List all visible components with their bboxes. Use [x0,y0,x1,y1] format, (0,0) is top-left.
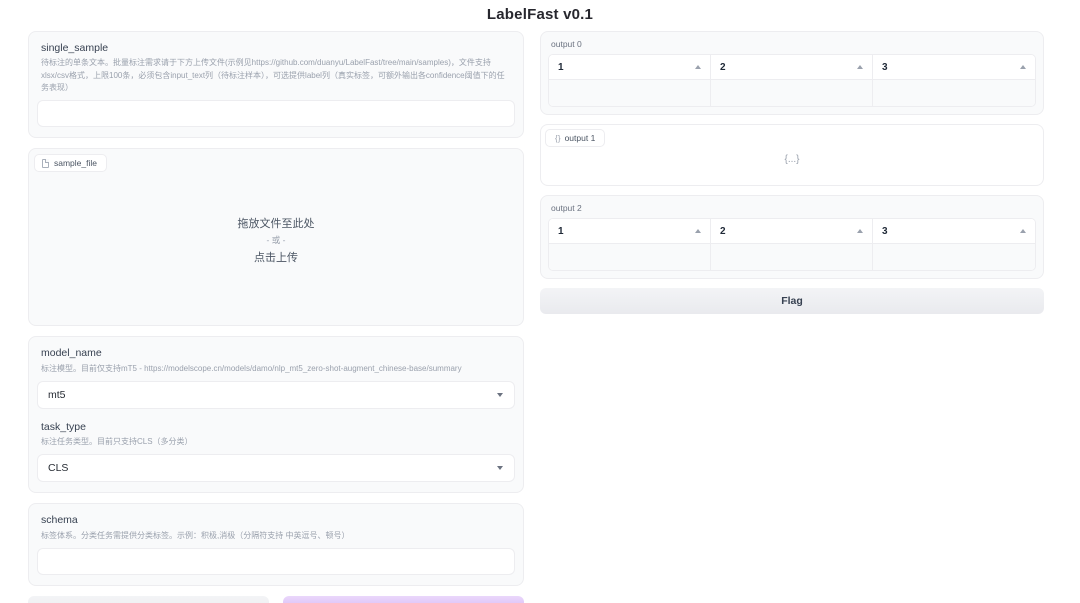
table-cell[interactable] [549,80,711,106]
output-0-label: output 0 [551,39,582,49]
output-1-placeholder: {...} [784,153,800,165]
dropzone-or-text: - 或 - [266,235,286,246]
column-header[interactable]: 2 [711,219,873,244]
task-type-dropdown[interactable]: CLS [37,454,515,483]
model-name-field: model_name 标注模型。目前仅支持mT5 - https://model… [37,346,515,409]
column-header-label: 2 [720,225,726,237]
schema-panel: schema 标签体系。分类任务需提供分类标签。示例：积极,消极（分隔符支持 中… [28,503,524,587]
table-header-row: 1 2 3 [549,219,1035,244]
sort-ascending-icon[interactable] [695,229,701,233]
single-sample-field: single_sample 待标注的单条文本。批量标注需求请于下方上传文件(示例… [37,41,515,128]
form-actions: Clear Submit [28,596,524,603]
dropzone-click-upload[interactable]: 点击上传 [254,249,298,265]
column-header[interactable]: 3 [873,219,1035,244]
task-type-field: task_type 标注任务类型。目前只支持CLS（多分类） CLS [37,420,515,483]
model-name-description: 标注模型。目前仅支持mT5 - https://modelscope.cn/mo… [41,363,462,373]
single-sample-panel: single_sample 待标注的单条文本。批量标注需求请于下方上传文件(示例… [28,31,524,139]
task-type-label: task_type [41,420,86,433]
chevron-down-icon [497,392,503,397]
app-root: LabelFast v0.1 single_sample 待标注的单条文本。批量… [0,0,1080,603]
input-column: single_sample 待标注的单条文本。批量标注需求请于下方上传文件(示例… [28,31,524,603]
schema-input[interactable] [37,548,515,576]
model-task-panel: model_name 标注模型。目前仅支持mT5 - https://model… [28,336,524,494]
table-cell[interactable] [873,244,1035,270]
column-header[interactable]: 2 [711,55,873,80]
table-cell[interactable] [549,244,711,270]
single-sample-input[interactable] [37,100,515,128]
column-header-label: 3 [882,225,888,237]
model-name-dropdown[interactable]: mt5 [37,380,515,409]
model-name-selected-value: mt5 [48,388,66,401]
schema-label: schema [41,514,78,527]
sort-ascending-icon[interactable] [1020,229,1026,233]
output-2-label: output 2 [551,203,582,213]
column-header-label: 1 [558,61,564,73]
sort-ascending-icon[interactable] [695,65,701,69]
output-1-panel: { } output 1 {...} [540,124,1044,186]
flag-button[interactable]: Flag [540,288,1044,314]
sort-ascending-icon[interactable] [1020,65,1026,69]
table-row[interactable] [549,244,1035,270]
submit-button[interactable]: Submit [283,596,524,603]
column-header-label: 3 [882,61,888,73]
table-row[interactable] [549,80,1035,106]
model-name-label: model_name [41,347,102,360]
single-sample-label: single_sample [41,42,109,54]
table-cell[interactable] [873,80,1035,106]
sort-ascending-icon[interactable] [857,229,863,233]
schema-description: 标签体系。分类任务需提供分类标签。示例：积极,消极（分隔符支持 中英逗号、顿号） [41,530,350,540]
table-cell[interactable] [711,244,873,270]
table-header-row: 1 2 3 [549,55,1035,80]
clear-button[interactable]: Clear [28,596,269,603]
column-header-label: 1 [558,225,564,237]
output-0-panel: output 0 1 2 3 [540,31,1044,115]
column-header[interactable]: 1 [549,55,711,80]
sample-file-dropzone[interactable]: sample_file 拖放文件至此处 - 或 - 点击上传 [28,148,524,327]
page-title: LabelFast v0.1 [486,6,594,23]
sort-ascending-icon[interactable] [857,65,863,69]
dropzone-drag-text: 拖放文件至此处 [237,218,315,231]
column-header-label: 2 [720,61,726,73]
single-sample-description: 待标注的单条文本。批量标注需求请于下方上传文件(示例见https://githu… [41,58,505,92]
task-type-description: 标注任务类型。目前只支持CLS（多分类） [41,437,193,447]
dropzone-content[interactable]: 拖放文件至此处 - 或 - 点击上传 [29,149,523,325]
schema-field: schema 标签体系。分类任务需提供分类标签。示例：积极,消极（分隔符支持 中… [37,513,515,576]
chevron-down-icon [497,466,503,471]
output-2-panel: output 2 1 2 3 [540,195,1044,279]
table-cell[interactable] [711,80,873,106]
output-column: output 0 1 2 3 {} output 1 {...} output… [540,31,1044,314]
output-2-table: 1 2 3 [548,218,1036,271]
output-0-table: 1 2 3 [548,54,1036,107]
column-header[interactable]: 3 [873,55,1035,80]
column-header[interactable]: 1 [549,219,711,244]
main-columns: single_sample 待标注的单条文本。批量标注需求请于下方上传文件(示例… [0,23,1080,603]
task-type-selected-value: CLS [48,462,69,475]
